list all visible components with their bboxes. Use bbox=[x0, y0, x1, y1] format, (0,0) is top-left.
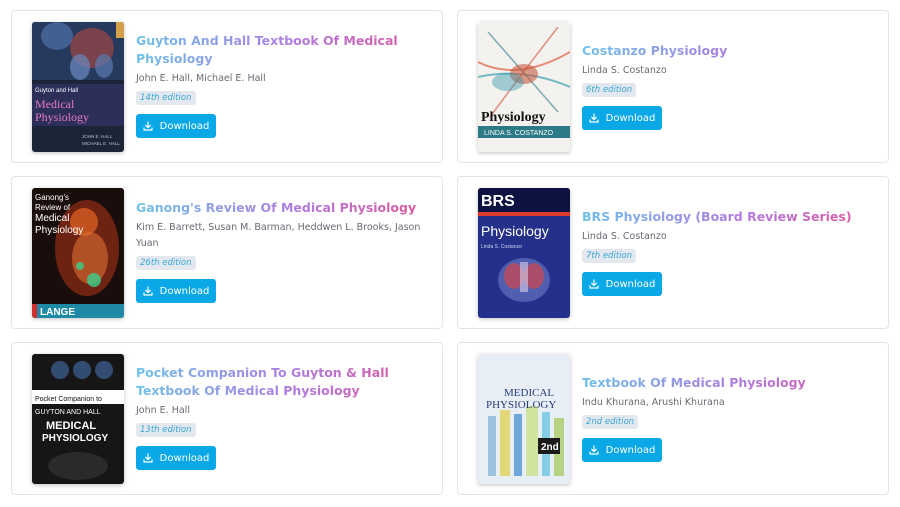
book-authors: John E. Hall bbox=[136, 405, 190, 416]
download-button[interactable]: Download bbox=[582, 438, 662, 462]
cover-text: Physiology bbox=[481, 223, 549, 239]
book-card: Pocket Companion to GUYTON AND HALL MEDI… bbox=[11, 342, 443, 495]
cover-text: BRS bbox=[481, 193, 515, 210]
download-label: Download bbox=[605, 112, 656, 124]
download-icon bbox=[589, 113, 599, 123]
cover-text: MEDICAL bbox=[504, 387, 554, 399]
cover-text: GUYTON AND HALL bbox=[35, 409, 101, 416]
download-icon bbox=[143, 121, 153, 131]
download-button[interactable]: Download bbox=[582, 272, 662, 296]
cover-text: Physiology bbox=[35, 225, 83, 236]
cover-text: MEDICAL bbox=[46, 420, 96, 432]
book-title[interactable]: Guyton And Hall Textbook Of Medical Phys… bbox=[136, 32, 426, 68]
book-cover-image[interactable]: Ganong's Review of Medical Physiology LA… bbox=[32, 188, 124, 318]
cover-text: Pocket Companion to bbox=[35, 396, 102, 403]
cover-text: PHYSIOLOGY bbox=[486, 399, 556, 411]
edition-badge: 6th edition bbox=[582, 83, 637, 97]
cover-text: Physiology bbox=[481, 110, 546, 125]
book-cover-image[interactable]: BRS Physiology Linda S. Costanzo bbox=[478, 188, 570, 318]
book-authors: Linda S. Costanzo bbox=[582, 231, 667, 242]
cover-text: Physiology bbox=[35, 110, 89, 124]
book-cover-image[interactable]: Physiology LINDA S. COSTANZO bbox=[478, 22, 570, 152]
cover-text: Medical bbox=[35, 213, 69, 224]
book-title[interactable]: Textbook Of Medical Physiology bbox=[582, 374, 872, 392]
download-label: Download bbox=[159, 285, 210, 297]
book-card: MEDICAL PHYSIOLOGY 2nd Textbook Of Medic… bbox=[457, 342, 889, 495]
download-button[interactable]: Download bbox=[136, 446, 216, 470]
book-authors: John E. Hall, Michael E. Hall bbox=[136, 73, 266, 84]
cover-text: JOHN E. HALL bbox=[82, 134, 113, 139]
cover-text: LINDA S. COSTANZO bbox=[484, 130, 554, 137]
cover-text: Linda S. Costanzo bbox=[481, 244, 522, 250]
book-cover-image[interactable]: Pocket Companion to GUYTON AND HALL MEDI… bbox=[32, 354, 124, 484]
edition-badge: 2nd edition bbox=[582, 415, 639, 429]
download-icon bbox=[589, 445, 599, 455]
book-cover-image[interactable]: Guyton and Hall Medical Physiology JOHN … bbox=[32, 22, 124, 152]
book-title[interactable]: Ganong's Review Of Medical Physiology bbox=[136, 199, 426, 217]
book-card: Physiology LINDA S. COSTANZO Costanzo Ph… bbox=[457, 10, 889, 163]
edition-badge: 13th edition bbox=[136, 423, 196, 437]
book-authors: Kim E. Barrett, Susan M. Barman, Heddwen… bbox=[136, 222, 421, 249]
download-icon bbox=[143, 286, 153, 296]
book-title[interactable]: BRS Physiology (Board Review Series) bbox=[582, 208, 872, 226]
book-card: Guyton and Hall Medical Physiology JOHN … bbox=[11, 10, 443, 163]
book-card: Ganong's Review of Medical Physiology LA… bbox=[11, 176, 443, 329]
edition-badge: 7th edition bbox=[582, 249, 637, 263]
book-cover-image[interactable]: MEDICAL PHYSIOLOGY 2nd bbox=[478, 354, 570, 484]
book-title[interactable]: Pocket Companion To Guyton & Hall Textbo… bbox=[136, 364, 426, 400]
download-button[interactable]: Download bbox=[582, 106, 662, 130]
cover-text: LANGE bbox=[40, 307, 75, 318]
edition-badge: 26th edition bbox=[136, 256, 196, 270]
download-icon bbox=[143, 453, 153, 463]
cover-text: Guyton and Hall bbox=[35, 88, 78, 94]
cover-text: PHYSIOLOGY bbox=[42, 433, 108, 444]
download-button[interactable]: Download bbox=[136, 279, 216, 303]
cover-text: 2nd bbox=[541, 442, 559, 453]
download-icon bbox=[589, 279, 599, 289]
book-authors: Linda S. Costanzo bbox=[582, 65, 667, 76]
download-label: Download bbox=[605, 278, 656, 290]
cover-text: Review of bbox=[35, 203, 71, 212]
download-label: Download bbox=[605, 444, 656, 456]
download-label: Download bbox=[159, 452, 210, 464]
download-label: Download bbox=[159, 120, 210, 132]
download-button[interactable]: Download bbox=[136, 114, 216, 138]
cover-text: MICHAEL E. HALL bbox=[82, 141, 120, 146]
cover-text: Medical bbox=[35, 97, 75, 111]
cover-text: Ganong's bbox=[35, 193, 69, 202]
edition-badge: 14th edition bbox=[136, 91, 196, 105]
book-title[interactable]: Costanzo Physiology bbox=[582, 42, 872, 60]
book-authors: Indu Khurana, Arushi Khurana bbox=[582, 397, 725, 408]
book-card: BRS Physiology Linda S. Costanzo BRS Phy… bbox=[457, 176, 889, 329]
